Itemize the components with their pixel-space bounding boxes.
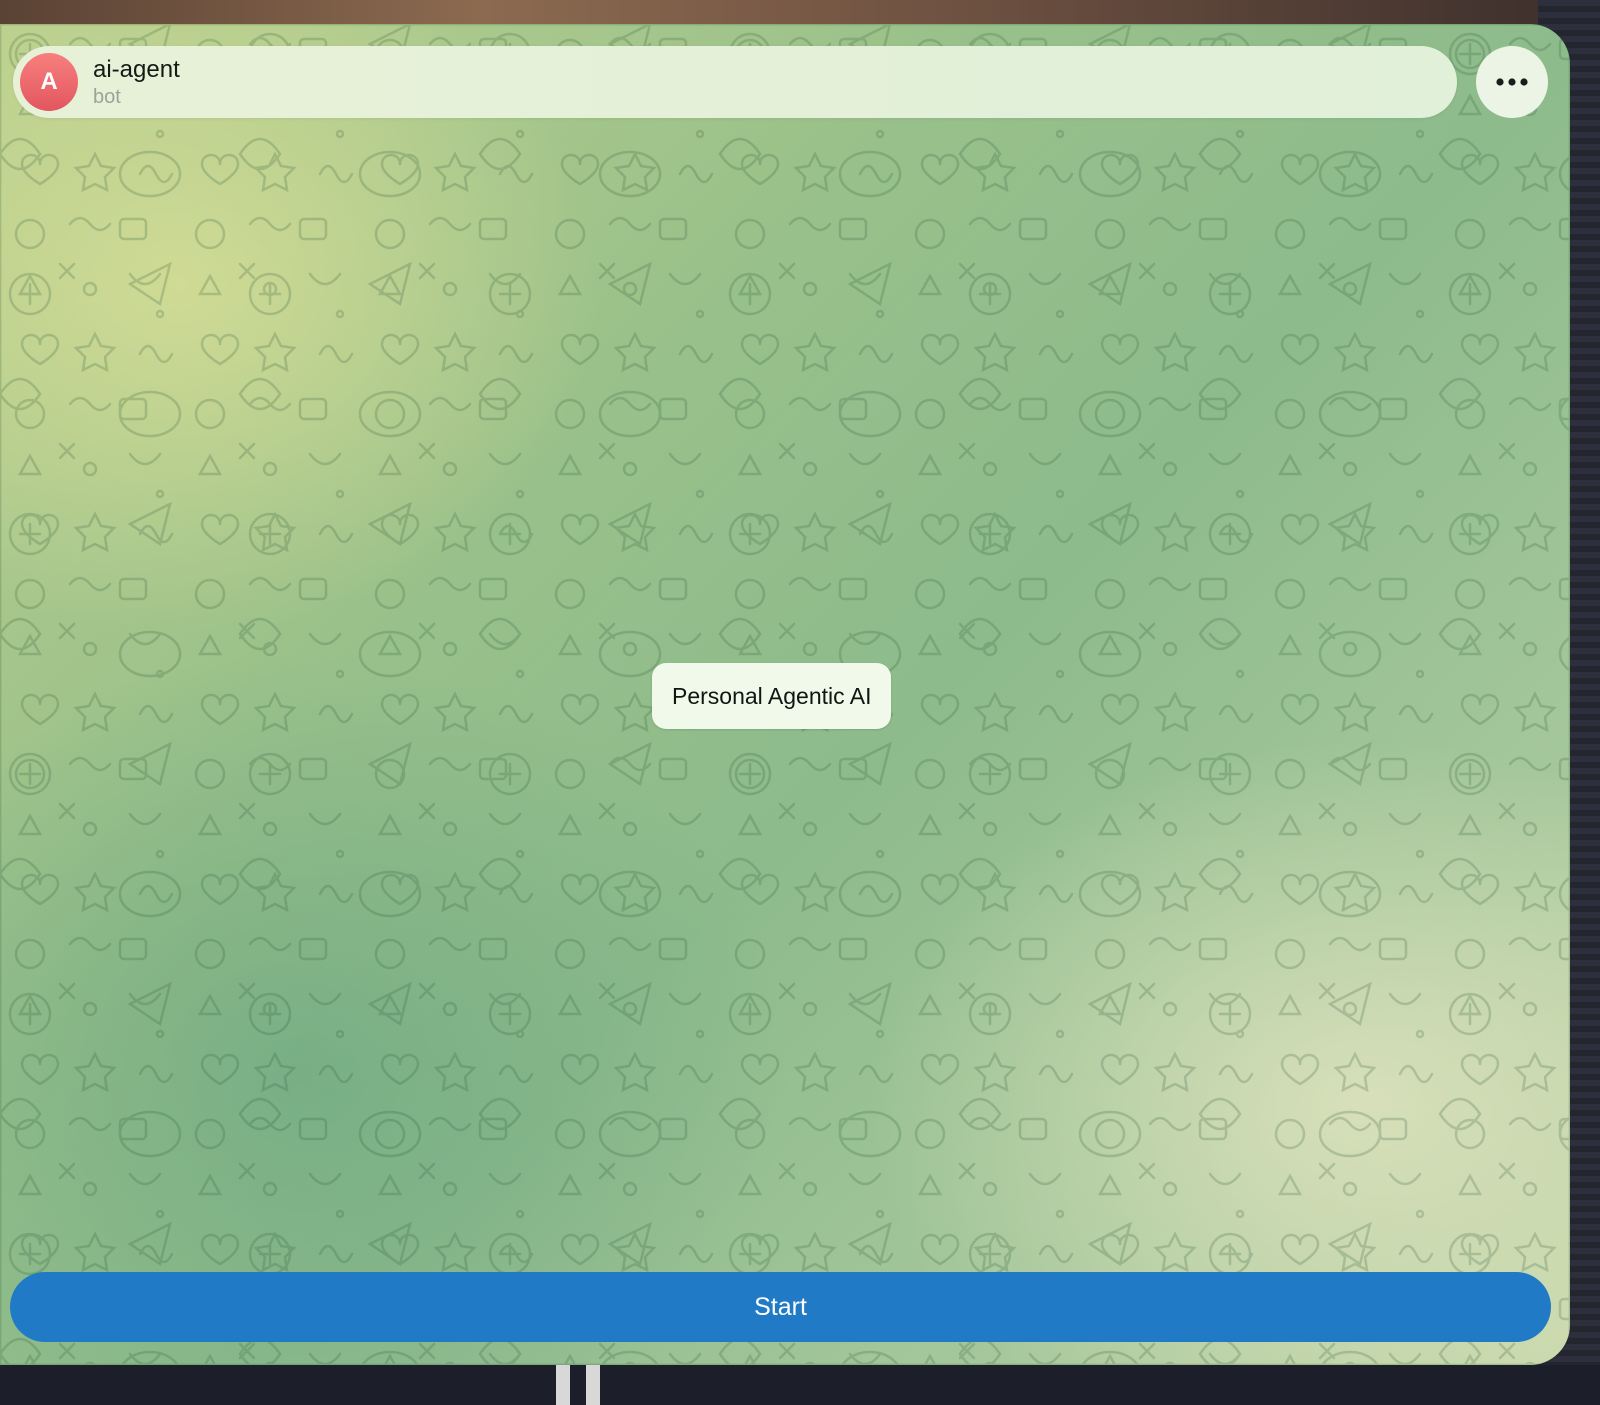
start-button[interactable]: Start xyxy=(10,1272,1551,1342)
start-button-label: Start xyxy=(754,1292,807,1321)
bot-name: ai-agent xyxy=(93,56,180,83)
desktop-background-detail xyxy=(556,1365,602,1405)
avatar-initial: A xyxy=(40,68,58,95)
more-horizontal-icon xyxy=(1496,78,1528,86)
avatar[interactable]: A xyxy=(20,53,78,111)
mini-app-window: A ai-agent bot Personal Agentic AI Start xyxy=(0,24,1570,1365)
chat-header[interactable]: A ai-agent bot xyxy=(13,46,1457,118)
more-options-button[interactable] xyxy=(1476,46,1548,118)
message-bubble: Personal Agentic AI xyxy=(652,663,892,729)
bot-status: bot xyxy=(93,86,121,108)
message-text: Personal Agentic AI xyxy=(672,682,872,709)
desktop-background-top xyxy=(0,0,1600,26)
desktop-background-bottom xyxy=(0,1365,1600,1405)
